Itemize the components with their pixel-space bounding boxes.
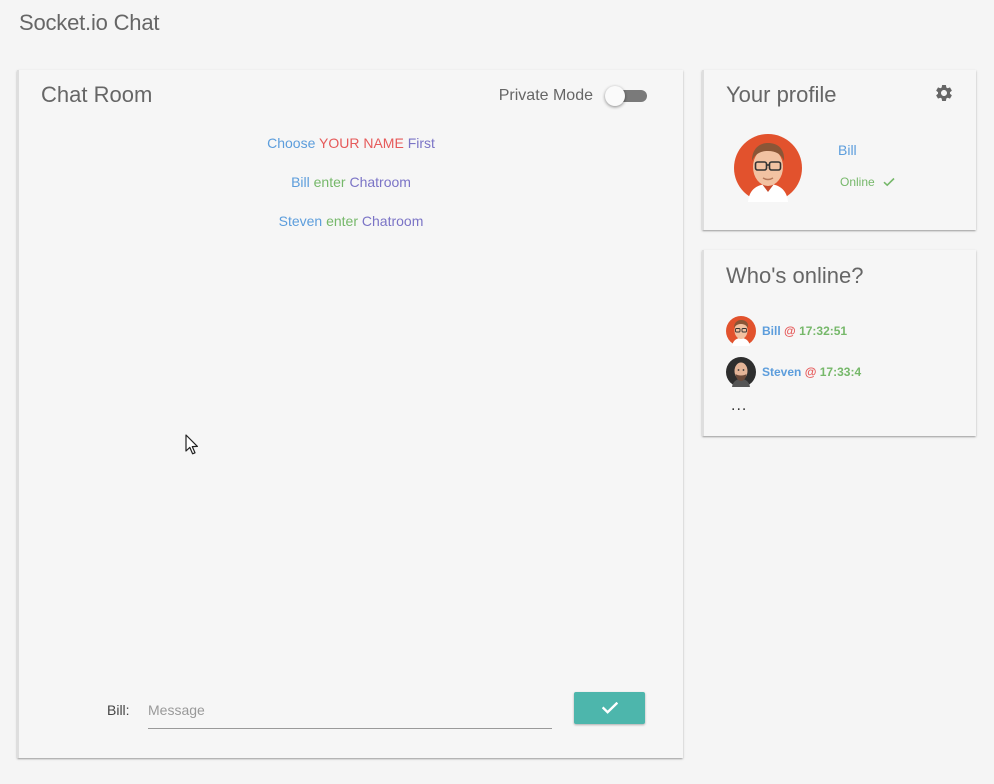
status-text: Online bbox=[840, 175, 875, 189]
online-user-entry: Bill @ 17:32:51 bbox=[762, 324, 847, 338]
check-icon bbox=[601, 702, 618, 714]
online-users-panel: Who's online? Bill @ 17:32:51 Steven @ 1… bbox=[702, 250, 976, 436]
list-item[interactable]: Steven @ 17:33:4 bbox=[726, 351, 861, 392]
private-mode-control: Private Mode bbox=[498, 86, 647, 106]
message-part: Steven bbox=[278, 213, 323, 229]
avatar bbox=[734, 134, 802, 202]
online-title: Who's online? bbox=[726, 263, 864, 288]
system-message: Choose YOUR NAME First bbox=[19, 133, 683, 172]
profile-panel: Your profile Bill Online bbox=[702, 70, 976, 230]
online-user-name: Steven bbox=[762, 364, 802, 379]
private-mode-toggle[interactable] bbox=[605, 86, 647, 106]
toggle-knob bbox=[605, 86, 625, 106]
status-badge: Online bbox=[840, 175, 895, 189]
chat-room-panel: Chat Room Private Mode Choose YOUR NAME … bbox=[17, 70, 683, 758]
check-icon bbox=[883, 177, 895, 187]
list-item[interactable]: Bill @ 17:32:51 bbox=[726, 310, 861, 351]
send-button[interactable] bbox=[574, 692, 645, 724]
message-part: First bbox=[407, 135, 435, 151]
message-part: enter bbox=[313, 174, 346, 190]
message-part: Chatroom bbox=[361, 213, 424, 229]
message-part: YOUR NAME bbox=[319, 135, 404, 151]
gear-icon[interactable] bbox=[934, 83, 954, 103]
message-part: enter bbox=[326, 213, 359, 229]
online-join-time: 17:32:51 bbox=[799, 323, 848, 338]
avatar bbox=[726, 356, 756, 387]
more-users-ellipsis: ... bbox=[731, 397, 748, 414]
online-user-entry: Steven @ 17:33:4 bbox=[762, 365, 861, 379]
message-list: Choose YOUR NAME First Bill enter Chatro… bbox=[19, 133, 683, 250]
online-at-sign: @ bbox=[804, 364, 817, 379]
profile-name: Bill bbox=[838, 142, 857, 158]
profile-title: Your profile bbox=[726, 82, 837, 107]
online-user-list: Bill @ 17:32:51 Steven @ 17:33:4 bbox=[726, 310, 861, 392]
online-at-sign: @ bbox=[784, 323, 796, 338]
online-join-time: 17:33:4 bbox=[819, 364, 862, 379]
sender-label: Bill: bbox=[107, 702, 130, 718]
chat-room-title: Chat Room bbox=[41, 82, 153, 107]
private-mode-label: Private Mode bbox=[498, 87, 593, 104]
message-part: Bill bbox=[291, 174, 310, 190]
message-composer: Bill: bbox=[19, 692, 683, 732]
message-input[interactable] bbox=[148, 692, 552, 729]
message-part: Chatroom bbox=[349, 174, 411, 190]
system-message: Bill enter Chatroom bbox=[19, 172, 683, 211]
message-part: Choose bbox=[267, 135, 316, 151]
avatar bbox=[726, 315, 756, 346]
online-user-name: Bill bbox=[762, 323, 781, 338]
app-title: Socket.io Chat bbox=[19, 10, 160, 35]
mouse-cursor-icon bbox=[185, 434, 198, 455]
system-message: Steven enter Chatroom bbox=[19, 211, 683, 250]
